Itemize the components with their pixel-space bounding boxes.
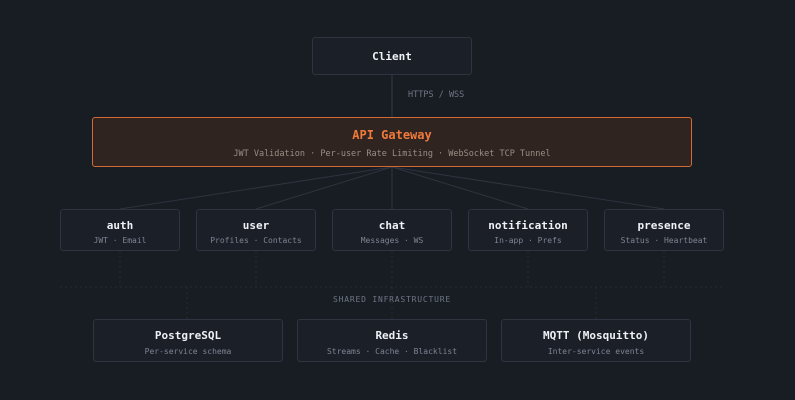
gateway-notification-connector bbox=[391, 166, 529, 210]
service-subtitle: Status · Heartbeat bbox=[620, 236, 708, 245]
service-node-auth: auth JWT · Email bbox=[60, 209, 180, 251]
infra-subtitle: Streams · Cache · Blacklist bbox=[326, 347, 458, 356]
infra-node-mqtt: MQTT (Mosquitto) Inter-service events bbox=[501, 319, 691, 362]
gateway-presence-connector bbox=[391, 166, 665, 210]
gateway-subtitle: JWT Validation · Per-user Rate Limiting … bbox=[233, 149, 551, 159]
infra-title: MQTT (Mosquitto) bbox=[543, 329, 649, 342]
service-title: user bbox=[242, 219, 270, 232]
client-title: Client bbox=[372, 50, 412, 63]
service-subtitle: JWT · Email bbox=[93, 236, 147, 245]
service-node-user: user Profiles · Contacts bbox=[196, 209, 316, 251]
service-subtitle: In-app · Prefs bbox=[494, 236, 562, 245]
service-title: chat bbox=[378, 219, 406, 232]
service-title: auth bbox=[106, 219, 134, 232]
infra-subtitle: Per-service schema bbox=[144, 347, 232, 356]
client-node: Client bbox=[312, 37, 472, 75]
service-node-presence: presence Status · Heartbeat bbox=[604, 209, 724, 251]
infra-node-postgresql: PostgreSQL Per-service schema bbox=[93, 319, 283, 362]
infra-subtitle: Inter-service events bbox=[547, 347, 645, 356]
infra-title: PostgreSQL bbox=[154, 329, 222, 342]
gateway-auth-connector bbox=[119, 166, 393, 210]
infra-node-redis: Redis Streams · Cache · Blacklist bbox=[297, 319, 487, 362]
protocol-label: HTTPS / WSS bbox=[408, 90, 465, 100]
service-node-notification: notification In-app · Prefs bbox=[468, 209, 588, 251]
service-title: presence bbox=[637, 219, 691, 232]
gateway-title: API Gateway bbox=[352, 128, 432, 142]
api-gateway-node: API Gateway JWT Validation · Per-user Ra… bbox=[92, 117, 692, 167]
service-subtitle: Messages · WS bbox=[360, 236, 424, 245]
shared-infrastructure-label: SHARED INFRASTRUCTURE bbox=[333, 295, 451, 304]
service-title: notification bbox=[488, 219, 568, 232]
infra-title: Redis bbox=[375, 329, 409, 342]
service-subtitle: Profiles · Contacts bbox=[210, 236, 302, 245]
service-node-chat: chat Messages · WS bbox=[332, 209, 452, 251]
gateway-user-connector bbox=[255, 166, 393, 210]
